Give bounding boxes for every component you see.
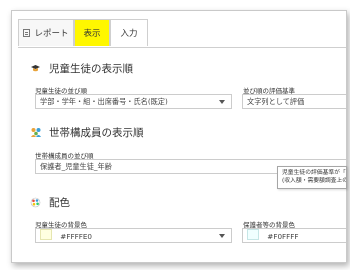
guardian-bg-swatch <box>247 229 259 240</box>
sort-criteria-value: 文字列として評価 <box>247 97 305 106</box>
report-icon <box>23 29 31 37</box>
tab-display-label: 表示 <box>83 29 101 39</box>
settings-window: レポート 表示 入力 児童生徒の表示順 児童生徒の並び順 学部・学年・組・出席番… <box>11 10 347 263</box>
tab-report-label: レポート <box>34 29 69 39</box>
guardian-bg-color-select[interactable]: #F0FFFF <box>242 228 346 243</box>
tab-input[interactable]: 入力 <box>110 19 148 46</box>
student-bg-color-select[interactable]: #FFFFE0 <box>35 228 232 243</box>
household-order-title: 世帯構成員の表示順 <box>30 125 144 140</box>
sort-criteria-select[interactable]: 文字列として評価 <box>242 94 346 109</box>
tab-input-label: 入力 <box>120 29 138 39</box>
tab-bar: レポート 表示 入力 <box>18 19 346 48</box>
guardian-bg-value: #F0FFFF <box>267 232 299 241</box>
tooltip-line-1: 児童生徒の評価基準が「数 <box>282 170 347 176</box>
student-bg-value: #FFFFE0 <box>60 232 92 241</box>
student-order-title: 児童生徒の表示順 <box>30 61 133 76</box>
tab-display[interactable]: 表示 <box>74 19 110 46</box>
criteria-tooltip: 児童生徒の評価基準が「数 (収入額・需要額調査上の <box>277 166 347 189</box>
chevron-down-icon <box>219 234 225 238</box>
student-sort-value: 学部・学年・組・出席番号・氏名(既定) <box>40 97 168 106</box>
palette-icon <box>30 197 41 208</box>
student-sort-select[interactable]: 学部・学年・組・出席番号・氏名(既定) <box>35 94 232 109</box>
color-section-title: 配色 <box>30 195 70 210</box>
student-icon <box>30 63 41 74</box>
tooltip-line-2: (収入額・需要額調査上の <box>282 178 347 184</box>
household-icon <box>30 127 41 138</box>
chevron-down-icon <box>219 100 225 104</box>
household-sort-value: 保護者_児童生徒_年齢 <box>40 162 112 171</box>
student-bg-swatch <box>40 229 52 240</box>
tab-report[interactable]: レポート <box>18 19 74 46</box>
